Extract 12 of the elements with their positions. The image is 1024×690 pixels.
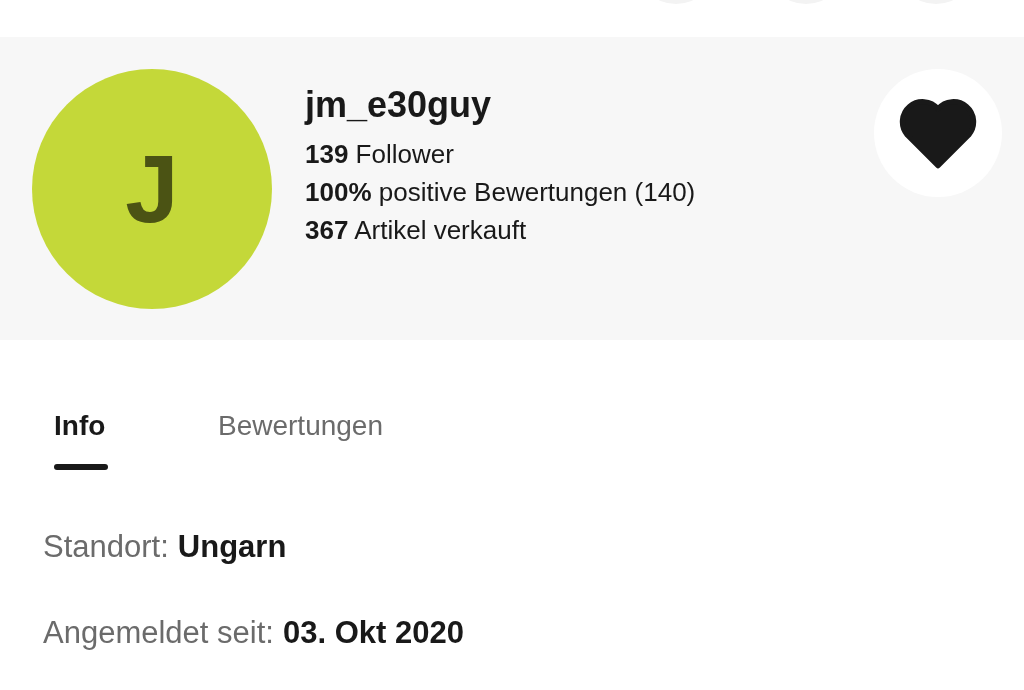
tab[interactable]: Bewertungen xyxy=(218,406,383,470)
seller-stat: 100% positive Bewertungen (140) xyxy=(305,176,697,209)
info-label: Standort: xyxy=(43,528,169,566)
seller-stat: 367 Artikel verkauft xyxy=(305,214,528,247)
info-label: Angemeldet seit: xyxy=(43,614,274,652)
info-value: Ungarn xyxy=(177,528,287,566)
heart-icon xyxy=(898,97,978,169)
username: jm_e30guy xyxy=(305,83,493,127)
info-value: 03. Okt 2020 xyxy=(282,614,464,652)
tab[interactable]: Info xyxy=(54,406,108,470)
avatar-letter: J xyxy=(125,141,179,237)
seller-stat: 139 Follower xyxy=(305,138,455,171)
